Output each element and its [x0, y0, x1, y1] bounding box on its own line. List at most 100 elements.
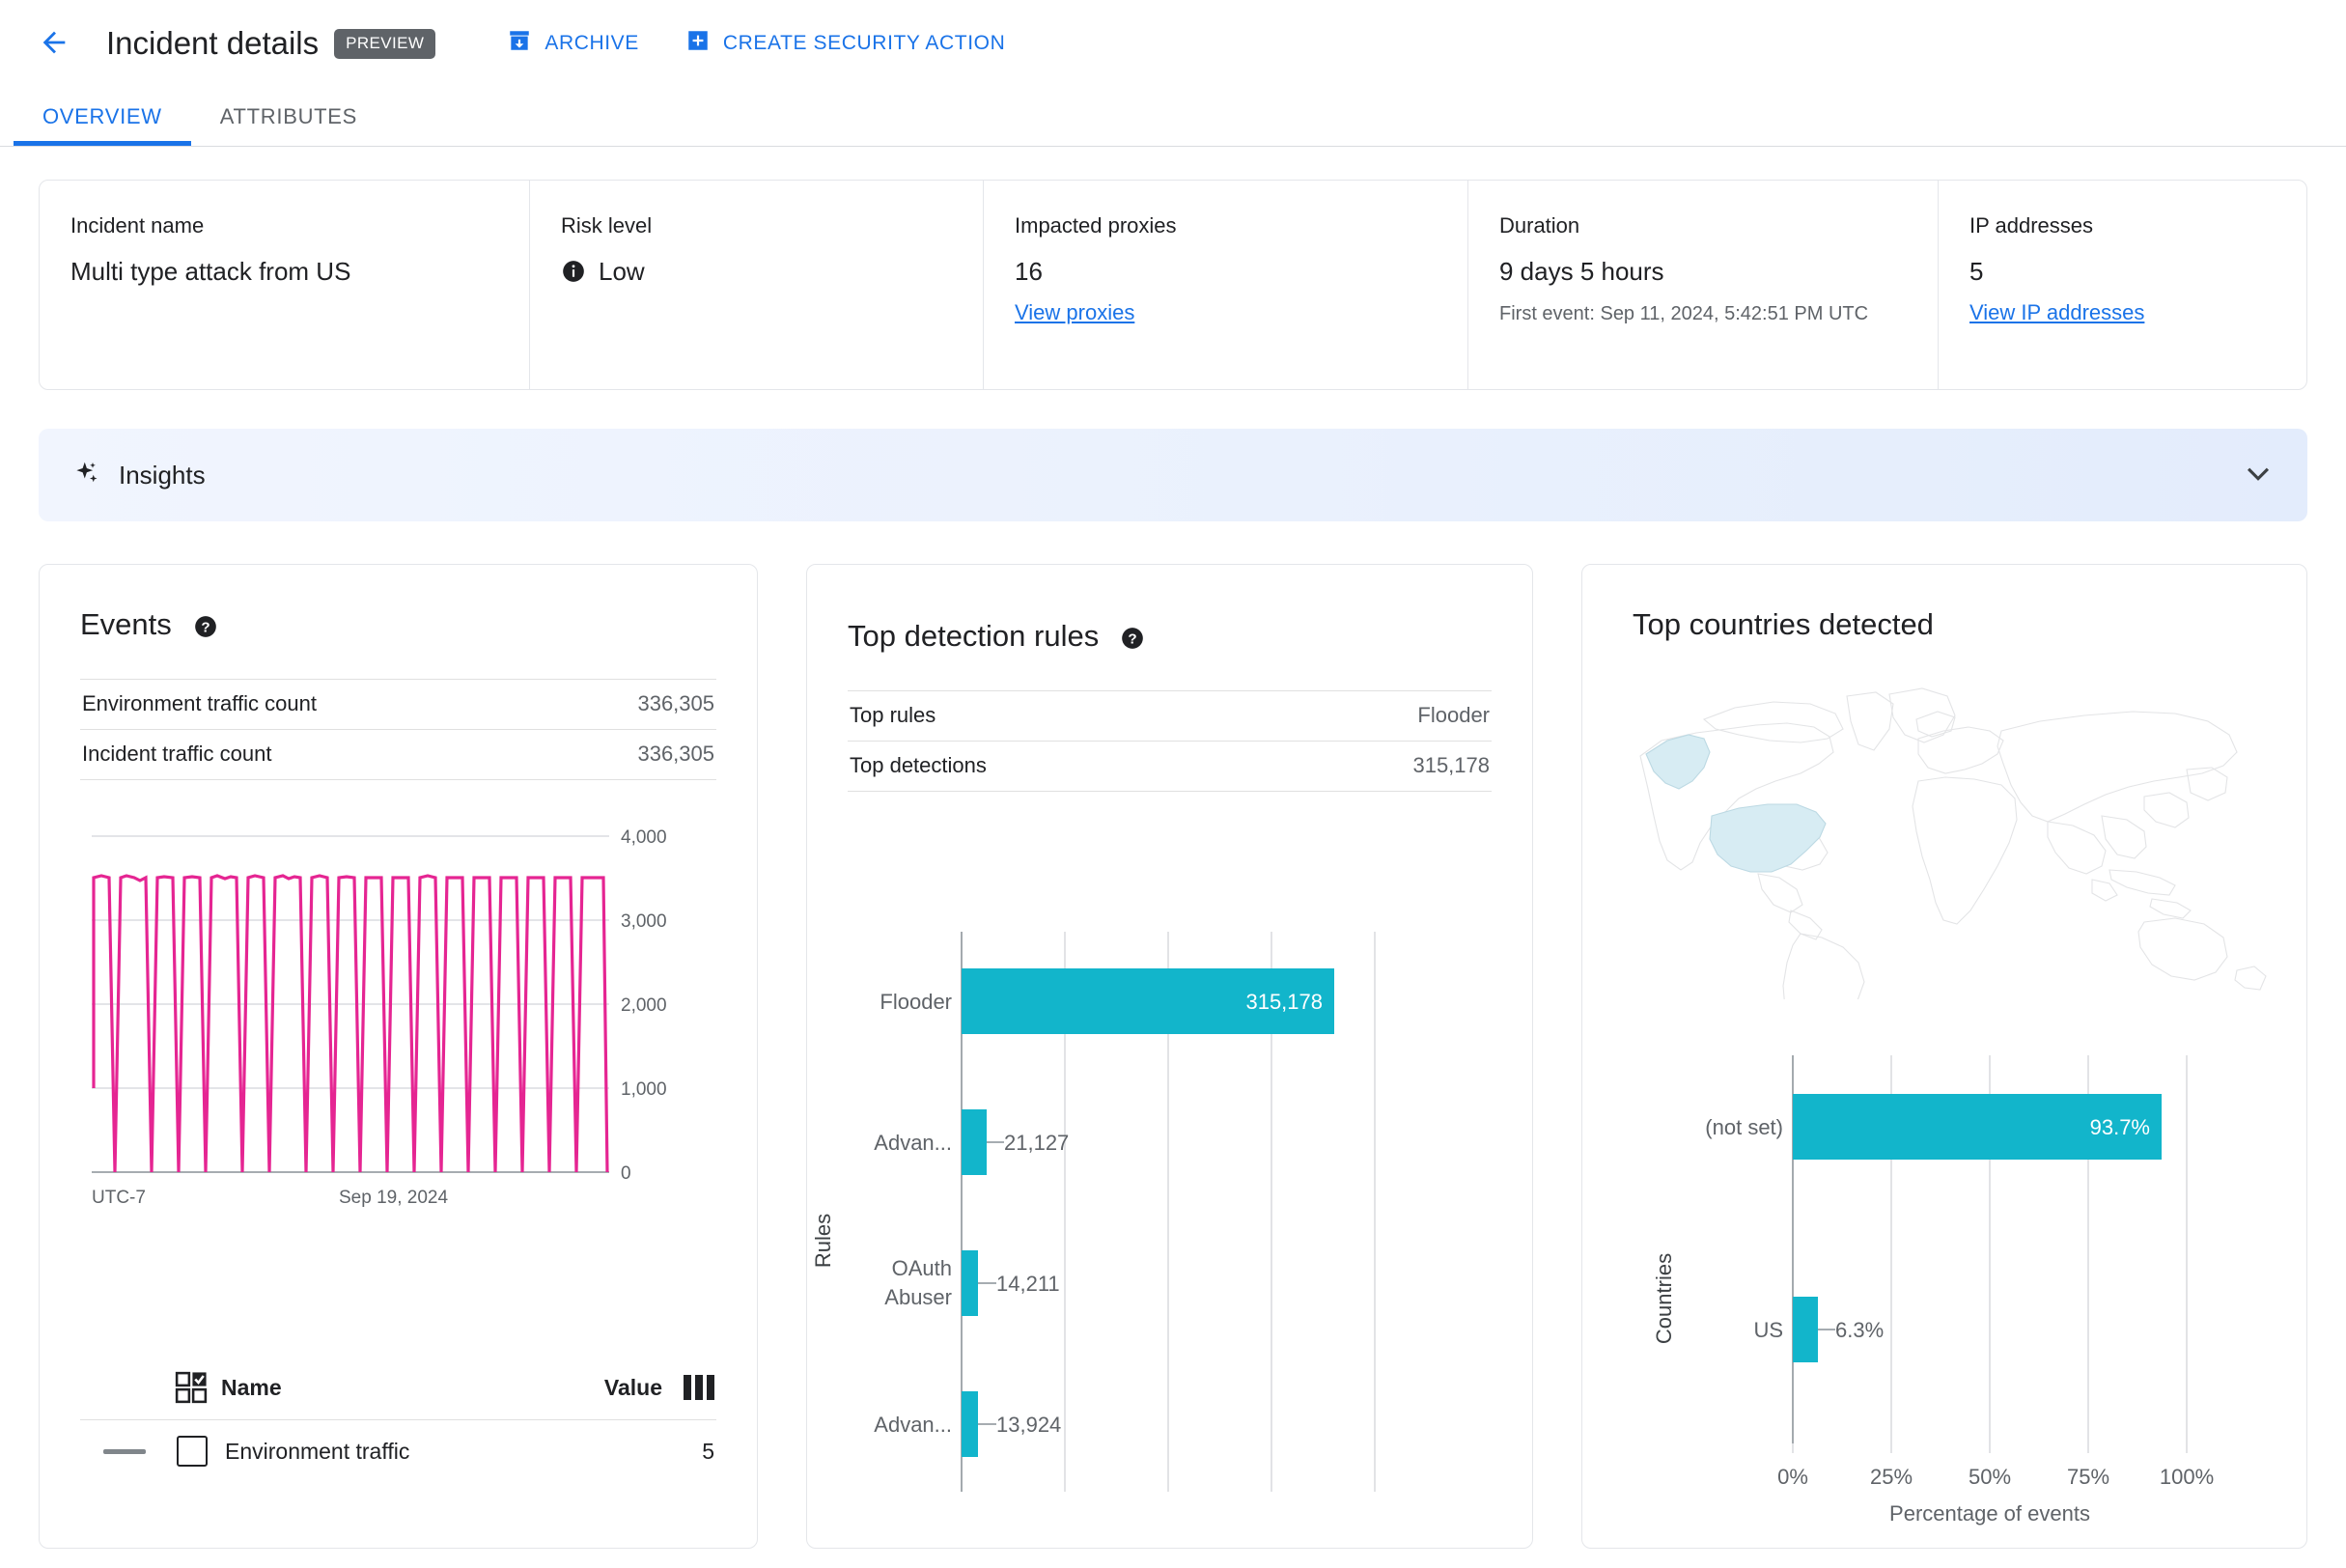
risk-level-value-wrap: Low: [561, 256, 954, 288]
series-label: Environment traffic: [225, 1438, 410, 1464]
select-all-icon[interactable]: [175, 1371, 208, 1404]
archive-label: ARCHIVE: [545, 32, 639, 54]
svg-text:25%: 25%: [1870, 1465, 1913, 1489]
create-security-action-label: CREATE SECURITY ACTION: [722, 32, 1006, 54]
duration-label: Duration: [1499, 213, 1580, 238]
impacted-proxies-label: Impacted proxies: [1015, 213, 1177, 238]
svg-text:Flooder: Flooder: [880, 990, 952, 1014]
back-button[interactable]: [23, 13, 85, 74]
page-title-text: Incident details: [106, 25, 320, 61]
svg-text:13,924: 13,924: [996, 1413, 1061, 1437]
world-map: [1611, 681, 2287, 1087]
chevron-down-icon[interactable]: [2242, 457, 2275, 494]
map-region-us: [1709, 803, 1827, 873]
svg-text:US: US: [1753, 1318, 1783, 1342]
summary-ip-addresses: IP addresses 5 View IP addresses: [1939, 181, 2306, 389]
countries-title-text: Top countries detected: [1633, 607, 1934, 641]
rules-row-key: Top rules: [850, 703, 936, 727]
svg-text:50%: 50%: [1969, 1465, 2011, 1489]
top-detection-rules-card: Top detection rules ? Top rules Flooder …: [806, 564, 1533, 1549]
help-icon[interactable]: ?: [193, 612, 218, 637]
incident-summary-card: Incident name Multi type attack from US …: [39, 180, 2307, 390]
svg-text:Sep 19, 2024: Sep 19, 2024: [339, 1188, 448, 1208]
events-row-key: Incident traffic count: [82, 742, 272, 766]
svg-text:6.3%: 6.3%: [1835, 1318, 1884, 1342]
summary-risk-level: Risk level Low: [530, 181, 984, 389]
legend-value-header: Value: [603, 1374, 662, 1400]
incident-name-value: Multi type attack from US: [70, 257, 351, 286]
create-security-action-button[interactable]: CREATE SECURITY ACTION: [684, 22, 1007, 65]
svg-text:Percentage of events: Percentage of events: [1889, 1501, 2090, 1526]
ip-addresses-value: 5: [1969, 257, 1984, 286]
events-title-text: Events: [80, 607, 172, 641]
rules-row-key: Top detections: [850, 753, 987, 777]
duration-first-event: First event: Sep 11, 2024, 5:42:51 PM UT…: [1499, 302, 1869, 324]
series-checkbox[interactable]: [177, 1436, 208, 1467]
risk-level-value: Low: [599, 257, 645, 286]
svg-text:0%: 0%: [1777, 1465, 1808, 1489]
add-box-icon: [685, 28, 711, 59]
app-header: Incident details PREVIEW ARCHIVE CREATE S…: [0, 0, 2346, 87]
insights-left: Insights: [71, 459, 206, 492]
arrow-left-icon: [38, 26, 70, 62]
svg-text:Advan...: Advan...: [874, 1131, 952, 1155]
duration-value: 9 days 5 hours: [1499, 257, 1664, 286]
impacted-proxies-value: 16: [1015, 257, 1043, 286]
series-color-swatch: [103, 1448, 146, 1454]
svg-text:?: ?: [201, 619, 209, 635]
tab-overview[interactable]: OVERVIEW: [14, 87, 191, 146]
countries-bar-chart: Countries (not set) 93.7% US 6.3% 0% 25%…: [1582, 1048, 2306, 1548]
svg-text:UTC-7: UTC-7: [92, 1188, 146, 1208]
columns-icon[interactable]: [684, 1375, 714, 1400]
events-legend-rows: Environment traffic 5: [80, 1419, 716, 1467]
tab-bar: OVERVIEW ATTRIBUTES: [0, 87, 2346, 147]
table-row: Top detections 315,178: [848, 742, 1492, 792]
events-row-value: 336,305: [637, 691, 714, 715]
countries-card-title: Top countries detected: [1582, 607, 2306, 642]
series-value: 5: [702, 1438, 714, 1464]
events-line-chart: 4,000 3,000 2,000 1,000 0 UTC-7 Sep 19, …: [80, 817, 716, 1358]
svg-text:14,211: 14,211: [996, 1272, 1060, 1296]
archive-button[interactable]: ARCHIVE: [505, 22, 641, 65]
risk-level-label: Risk level: [561, 213, 653, 238]
svg-text:OAuth: OAuth: [892, 1256, 952, 1280]
rules-card-title: Top detection rules ?: [848, 619, 1492, 654]
rules-row-value: 315,178: [1412, 753, 1490, 777]
map-region-alaska: [1645, 734, 1711, 790]
svg-text:0: 0: [621, 1163, 631, 1184]
page-title: Incident details PREVIEW: [106, 25, 436, 62]
ip-addresses-label: IP addresses: [1969, 213, 2094, 238]
help-icon[interactable]: ?: [1120, 624, 1145, 649]
summary-duration: Duration 9 days 5 hours First event: Sep…: [1468, 181, 1939, 389]
insights-banner[interactable]: Insights: [39, 429, 2307, 521]
sparkle-icon: [71, 459, 100, 492]
tab-attributes[interactable]: ATTRIBUTES: [191, 87, 386, 146]
svg-text:2,000: 2,000: [621, 995, 667, 1016]
events-legend-header: Name Value: [80, 1371, 716, 1419]
rules-title-text: Top detection rules: [848, 619, 1100, 653]
page-content: Incident name Multi type attack from US …: [0, 147, 2346, 1549]
rules-bar-chart: Rules Flooder 315,178 Advan... 21,127 OA…: [807, 922, 1532, 1516]
svg-text:100%: 100%: [2160, 1465, 2214, 1489]
events-mini-table: Environment traffic count 336,305 Incide…: [80, 679, 716, 780]
header-actions: ARCHIVE CREATE SECURITY ACTION: [505, 22, 1007, 65]
list-item[interactable]: Environment traffic 5: [80, 1420, 716, 1467]
svg-text:93.7%: 93.7%: [2090, 1115, 2150, 1139]
svg-text:Rules: Rules: [811, 1214, 835, 1268]
rules-mini-table: Top rules Flooder Top detections 315,178: [848, 690, 1492, 792]
svg-text:4,000: 4,000: [621, 827, 667, 848]
legend-name-header: Name: [221, 1374, 282, 1400]
events-row-value: 336,305: [637, 742, 714, 766]
table-row: Environment traffic count 336,305: [80, 680, 716, 730]
svg-text:?: ?: [1129, 630, 1137, 647]
summary-impacted-proxies: Impacted proxies 16 View proxies: [984, 181, 1468, 389]
svg-text:(not set): (not set): [1705, 1115, 1783, 1139]
view-proxies-link[interactable]: View proxies: [1015, 300, 1134, 325]
svg-text:1,000: 1,000: [621, 1079, 667, 1100]
svg-text:3,000: 3,000: [621, 911, 667, 932]
preview-badge: PREVIEW: [334, 29, 436, 59]
table-row: Incident traffic count 336,305: [80, 730, 716, 780]
archive-icon: [507, 28, 532, 59]
view-ip-addresses-link[interactable]: View IP addresses: [1969, 300, 2144, 325]
svg-text:315,178: 315,178: [1245, 990, 1323, 1014]
